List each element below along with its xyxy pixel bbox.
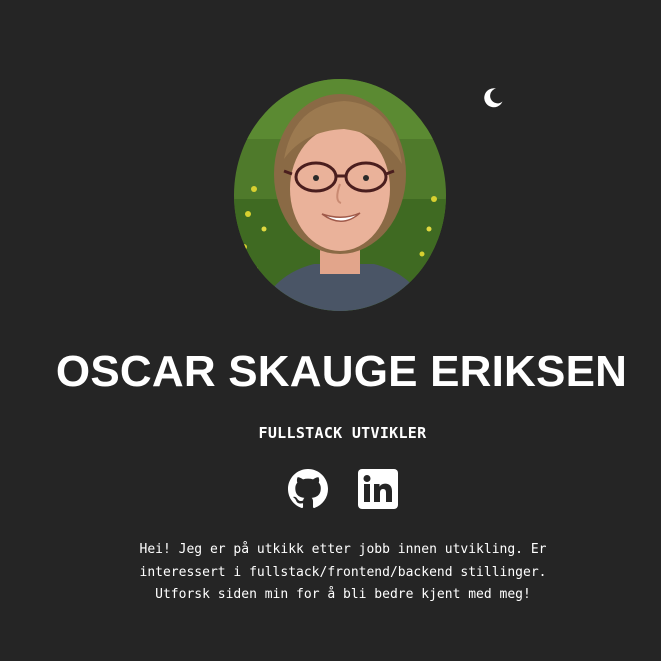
portfolio-page: OSCAR SKAUGE ERIKSEN FULLSTACK UTVIKLER …	[0, 0, 661, 661]
profile-name: OSCAR SKAUGE ERIKSEN	[55, 347, 628, 396]
linkedin-link[interactable]	[358, 469, 398, 509]
github-link[interactable]	[288, 469, 328, 509]
github-icon	[288, 469, 328, 509]
linkedin-icon	[358, 469, 398, 509]
profile-photo	[234, 79, 446, 311]
social-links	[0, 469, 661, 511]
theme-toggle-button[interactable]	[481, 86, 505, 110]
profile-role: FULLSTACK UTVIKLER	[258, 424, 427, 442]
bio-text: Hei! Jeg er på utkikk etter jobb innen u…	[139, 542, 547, 602]
crescent-moon-icon	[484, 88, 503, 108]
